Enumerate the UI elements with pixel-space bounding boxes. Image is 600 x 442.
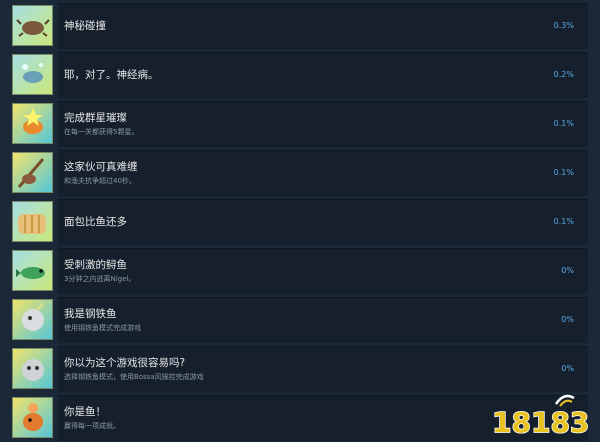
bread-icon [12, 201, 53, 242]
achievement-panel: 这家伙可真难缠和渔夫抗争超过40秒。 0.1% [58, 150, 588, 196]
splash-fish-icon [12, 54, 53, 95]
achievement-row: 神秘碰撞 0.3% [10, 3, 588, 49]
achievement-title: 我是钢铁鱼 [64, 308, 117, 320]
watermark-antenna-icon [554, 394, 575, 407]
star-fish-icon [12, 103, 53, 144]
achievement-panel: 耶，对了。神经病。 0.2% [58, 52, 588, 98]
achievement-title: 神秘碰撞 [64, 20, 106, 32]
achievement-row: 完成群星璀璨在每一关都获得5颗星。 0.1% [10, 101, 588, 147]
achievement-title: 完成群星璀璨 [64, 112, 127, 124]
achievement-title: 你以为这个游戏很容易吗? [64, 357, 186, 369]
unlock-percentage: 0.1% [553, 217, 574, 226]
achievement-row: 受刺激的鲟鱼 3分钟之内逃离Nigel。 0% [10, 248, 588, 294]
achievement-row: 耶，对了。神经病。 0.2% [10, 52, 588, 98]
iron-fish-icon [12, 299, 53, 340]
green-fish-icon [12, 250, 53, 291]
achievement-description: 使用钢铁鱼模式完成游戏 [64, 324, 141, 332]
achievement-list: 神秘碰撞 0.3% 耶，对了。神经病。 0.2% 完成群星璀璨在每一关都获得5颗星。 0.… [0, 0, 600, 442]
achievement-title: 受刺激的鲟鱼 [64, 259, 127, 271]
unlock-percentage: 0.3% [553, 21, 574, 30]
unlock-percentage: 0% [561, 266, 574, 275]
orange-fish-icon [12, 397, 53, 438]
achievement-description: 赢得每一项成就。 [64, 422, 120, 430]
achievement-panel: 神秘碰撞 0.3% [58, 3, 588, 49]
achievement-description: 3分钟之内逃离Nigel。 [64, 275, 136, 283]
crab-icon [12, 5, 53, 46]
watermark-logo: 18183 [491, 394, 590, 440]
achievement-title: 你是鱼！ [64, 406, 106, 418]
achievement-row: 面包比鱼还多 0.1% [10, 199, 588, 245]
achievement-description: 选择钢铁鱼模式，使用Bossa风操控完成游戏 [64, 373, 204, 381]
achievement-description: 和渔夫抗争超过40秒。 [64, 177, 136, 185]
achievement-panel: 我是钢铁鱼使用钢铁鱼模式完成游戏 0% [58, 297, 588, 343]
unlock-percentage: 0.1% [553, 168, 574, 177]
achievement-row: 这家伙可真难缠和渔夫抗争超过40秒。 0.1% [10, 150, 588, 196]
achievement-description: 在每一关都获得5颗星。 [64, 128, 139, 136]
unlock-percentage: 0% [561, 315, 574, 324]
achievement-title: 这家伙可真难缠 [64, 161, 138, 173]
achievement-title: 耶，对了。神经病。 [64, 69, 159, 81]
achievement-panel: 面包比鱼还多 0.1% [58, 199, 588, 245]
unlock-percentage: 0.1% [553, 119, 574, 128]
watermark-text: 18183 [492, 406, 589, 439]
achievement-row: 我是钢铁鱼使用钢铁鱼模式完成游戏 0% [10, 297, 588, 343]
iron-fish-boss-icon [12, 348, 53, 389]
fishing-rod-icon [12, 152, 53, 193]
unlock-percentage: 0.2% [553, 70, 574, 79]
achievement-panel: 受刺激的鲟鱼 3分钟之内逃离Nigel。 0% [58, 248, 588, 294]
achievement-title: 面包比鱼还多 [64, 216, 127, 228]
achievement-panel: 完成群星璀璨在每一关都获得5颗星。 0.1% [58, 101, 588, 147]
unlock-percentage: 0% [561, 364, 574, 373]
